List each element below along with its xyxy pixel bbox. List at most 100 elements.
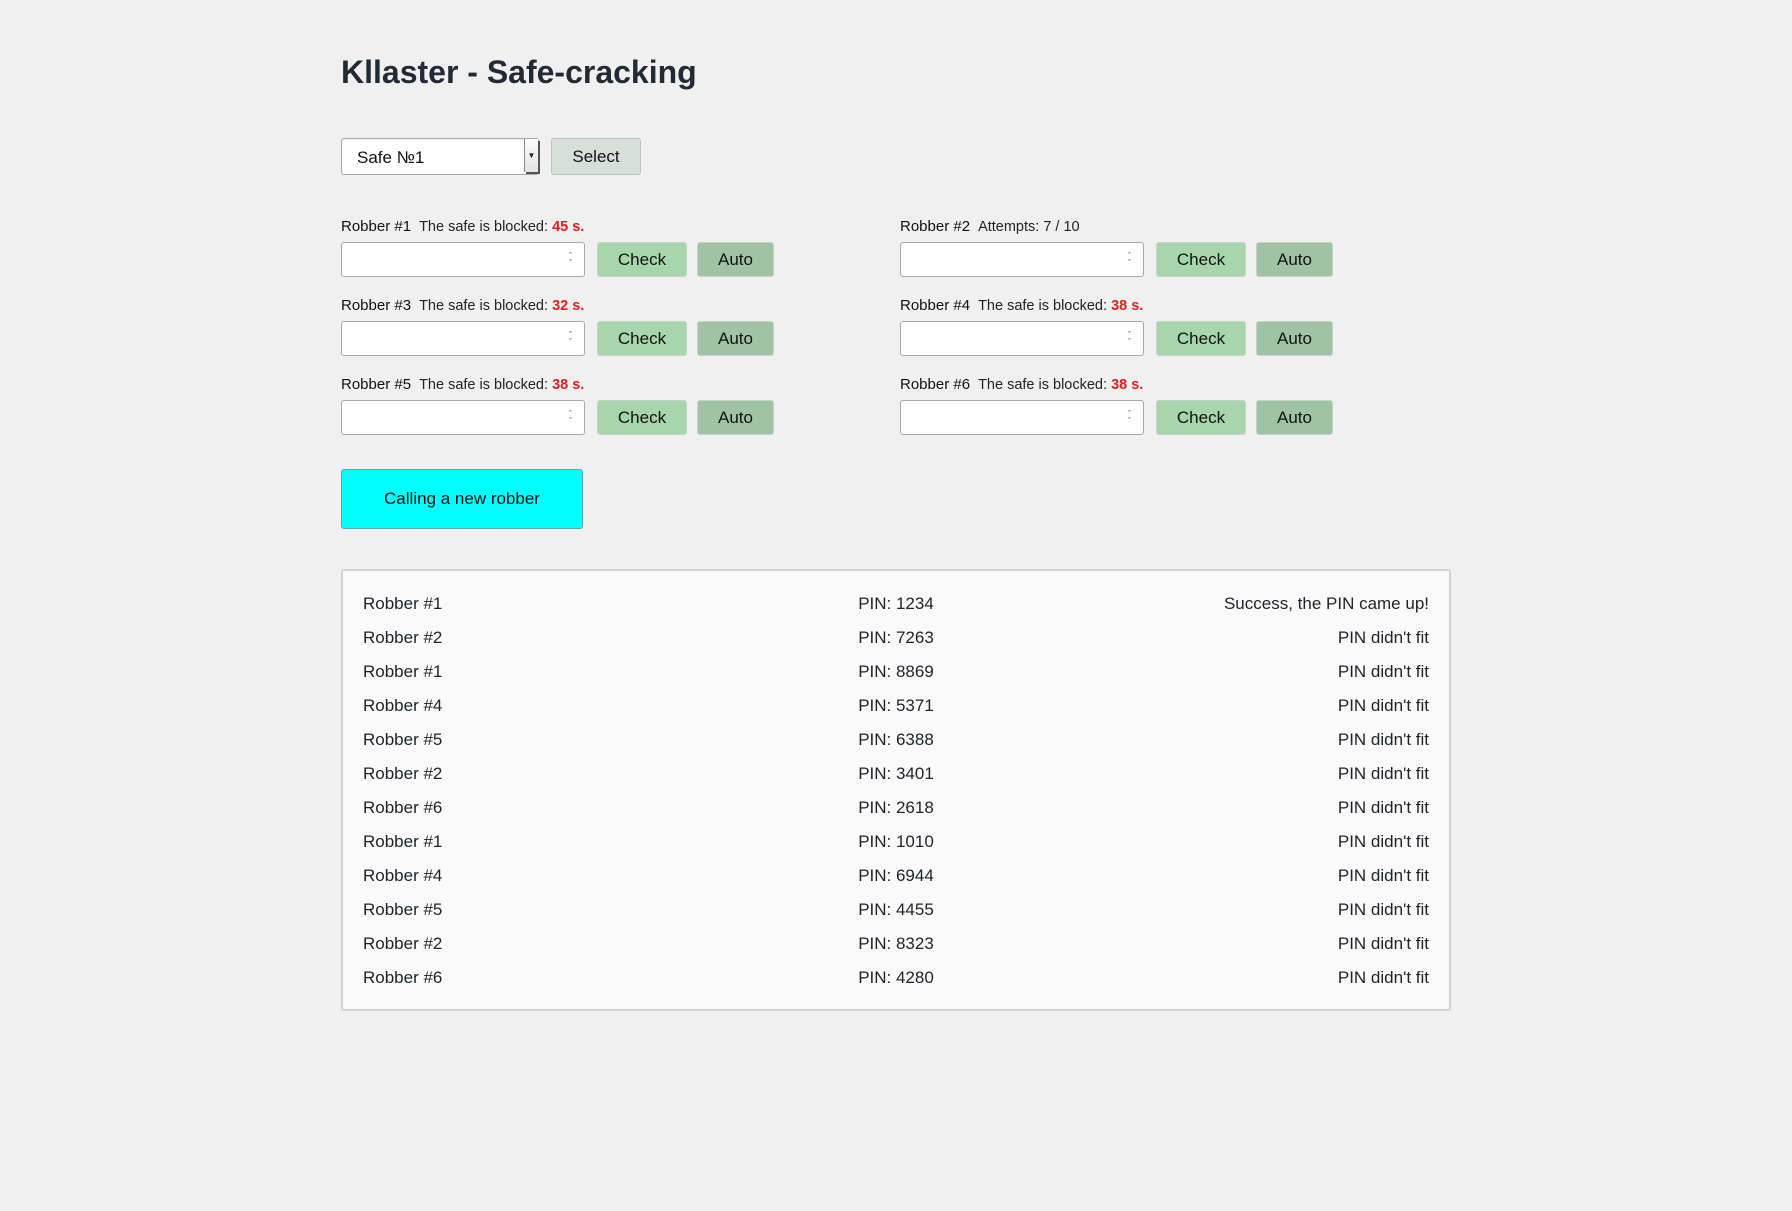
robber-panel: Robber #5 The safe is blocked: 38 s. ˆˇ C… — [341, 374, 801, 444]
log-robber: Robber #4 — [363, 696, 443, 715]
robber-name: Robber #4 — [900, 297, 971, 314]
log-row: PIN: 8869 Robber #1 PIN didn't fit — [343, 659, 1449, 693]
dropdown-arrow-icon[interactable]: ▼ — [524, 139, 538, 172]
robber-status: The safe is blocked: 32 s. — [419, 298, 584, 314]
log-pin: PIN: 8323 — [858, 934, 934, 953]
pin-input[interactable]: ˆˇ — [900, 400, 1144, 435]
robber-header: Robber #5 The safe is blocked: 38 s. — [341, 376, 584, 393]
check-button[interactable]: Check — [1156, 242, 1246, 277]
robber-panel: Robber #6 The safe is blocked: 38 s. ˆˇ C… — [900, 374, 1360, 444]
log-result: Success, the PIN came up! — [1223, 594, 1429, 613]
auto-button[interactable]: Auto — [697, 242, 774, 277]
log-robber: Robber #5 — [363, 900, 443, 919]
log-result: PIN didn't fit — [1337, 696, 1429, 715]
log-result: PIN didn't fit — [1337, 900, 1429, 919]
log-robber: Robber #2 — [363, 934, 443, 953]
log-result: PIN didn't fit — [1337, 628, 1429, 647]
log-pin: PIN: 4455 — [858, 900, 934, 919]
select-button[interactable]: Select — [551, 138, 641, 175]
log-robber: Robber #6 — [363, 798, 443, 817]
robber-status: The safe is blocked: 38 s. — [978, 377, 1143, 393]
blocked-seconds: 32 s. — [552, 298, 585, 314]
log-row: PIN: 7263 Robber #2 PIN didn't fit — [343, 625, 1449, 659]
pin-input[interactable]: ˆˇ — [341, 321, 585, 356]
robber-header: Robber #1 The safe is blocked: 45 s. — [341, 218, 584, 235]
log-row: PIN: 4455 Robber #5 PIN didn't fit — [343, 897, 1449, 931]
pin-input[interactable]: ˆˇ — [900, 321, 1144, 356]
robber-name: Robber #3 — [341, 297, 412, 314]
log-robber: Robber #2 — [363, 628, 443, 647]
robber-status: Attempts: 7 / 10 — [978, 219, 1080, 235]
auto-button[interactable]: Auto — [697, 400, 774, 435]
safe-select-value: Safe №1 — [357, 148, 425, 167]
auto-button[interactable]: Auto — [1256, 242, 1333, 277]
check-button[interactable]: Check — [597, 321, 687, 356]
log-row: PIN: 6944 Robber #4 PIN didn't fit — [343, 863, 1449, 897]
log-row: PIN: 4280 Robber #6 PIN didn't fit — [343, 965, 1449, 999]
robber-status-text: The safe is blocked: — [419, 219, 553, 235]
log-result: PIN didn't fit — [1337, 764, 1429, 783]
robber-header: Robber #4 The safe is blocked: 38 s. — [900, 297, 1143, 314]
log-pin: PIN: 8869 — [858, 662, 934, 681]
check-button[interactable]: Check — [597, 242, 687, 277]
blocked-seconds: 45 s. — [552, 219, 585, 235]
log-row: PIN: 2618 Robber #6 PIN didn't fit — [343, 795, 1449, 829]
log-row: PIN: 1234 Robber #1 Success, the PIN cam… — [343, 591, 1449, 625]
log-pin: PIN: 4280 — [858, 968, 934, 987]
blocked-seconds: 38 s. — [552, 377, 585, 393]
pin-input[interactable]: ˆˇ — [341, 242, 585, 277]
attempt-log: PIN: 1234 Robber #1 Success, the PIN cam… — [341, 569, 1451, 1011]
check-button[interactable]: Check — [597, 400, 687, 435]
log-pin: PIN: 2618 — [858, 798, 934, 817]
check-button[interactable]: Check — [1156, 321, 1246, 356]
log-robber: Robber #1 — [363, 662, 443, 681]
blocked-seconds: 38 s. — [1111, 377, 1144, 393]
robber-status: The safe is blocked: 38 s. — [978, 298, 1143, 314]
robber-header: Robber #2 Attempts: 7 / 10 — [900, 218, 1080, 235]
log-robber: Robber #1 — [363, 594, 443, 613]
spinner-arrows-icon[interactable]: ˆˇ — [1128, 331, 1131, 347]
spinner-arrows-icon[interactable]: ˆˇ — [1128, 410, 1131, 426]
pin-input[interactable]: ˆˇ — [900, 242, 1144, 277]
log-result: PIN didn't fit — [1337, 866, 1429, 885]
safe-select[interactable]: Safe №1 ▼ — [341, 138, 539, 175]
robber-header: Robber #6 The safe is blocked: 38 s. — [900, 376, 1143, 393]
call-new-robber-button[interactable]: Calling a new robber — [341, 469, 583, 529]
log-pin: PIN: 1010 — [858, 832, 934, 851]
log-pin: PIN: 5371 — [858, 696, 934, 715]
robber-panel: Robber #1 The safe is blocked: 45 s. ˆˇ C… — [341, 216, 801, 286]
robber-status: The safe is blocked: 38 s. — [419, 377, 584, 393]
check-button[interactable]: Check — [1156, 400, 1246, 435]
spinner-arrows-icon[interactable]: ˆˇ — [569, 331, 572, 347]
log-result: PIN didn't fit — [1337, 730, 1429, 749]
auto-button[interactable]: Auto — [1256, 400, 1333, 435]
spinner-arrows-icon[interactable]: ˆˇ — [569, 410, 572, 426]
log-pin: PIN: 3401 — [858, 764, 934, 783]
spinner-arrows-icon[interactable]: ˆˇ — [1128, 252, 1131, 268]
pin-input[interactable]: ˆˇ — [341, 400, 585, 435]
robber-status-text: The safe is blocked: — [978, 377, 1112, 393]
log-robber: Robber #5 — [363, 730, 443, 749]
safe-selector-row: Safe №1 ▼ Select — [341, 138, 641, 175]
auto-button[interactable]: Auto — [697, 321, 774, 356]
log-robber: Robber #6 — [363, 968, 443, 987]
log-row: PIN: 3401 Robber #2 PIN didn't fit — [343, 761, 1449, 795]
log-pin: PIN: 7263 — [858, 628, 934, 647]
log-pin: PIN: 6388 — [858, 730, 934, 749]
robber-status-text: The safe is blocked: — [419, 377, 553, 393]
log-result: PIN didn't fit — [1337, 798, 1429, 817]
log-row: PIN: 1010 Robber #1 PIN didn't fit — [343, 829, 1449, 863]
auto-button[interactable]: Auto — [1256, 321, 1333, 356]
log-row: PIN: 8323 Robber #2 PIN didn't fit — [343, 931, 1449, 965]
log-result: PIN didn't fit — [1337, 662, 1429, 681]
log-result: PIN didn't fit — [1337, 934, 1429, 953]
spinner-arrows-icon[interactable]: ˆˇ — [569, 252, 572, 268]
log-result: PIN didn't fit — [1337, 832, 1429, 851]
robber-name: Robber #2 — [900, 218, 971, 235]
robber-header: Robber #3 The safe is blocked: 32 s. — [341, 297, 584, 314]
robber-panel: Robber #4 The safe is blocked: 38 s. ˆˇ C… — [900, 295, 1360, 365]
robber-name: Robber #1 — [341, 218, 412, 235]
log-robber: Robber #1 — [363, 832, 443, 851]
log-pin: PIN: 6944 — [858, 866, 934, 885]
robber-name: Robber #6 — [900, 376, 971, 393]
